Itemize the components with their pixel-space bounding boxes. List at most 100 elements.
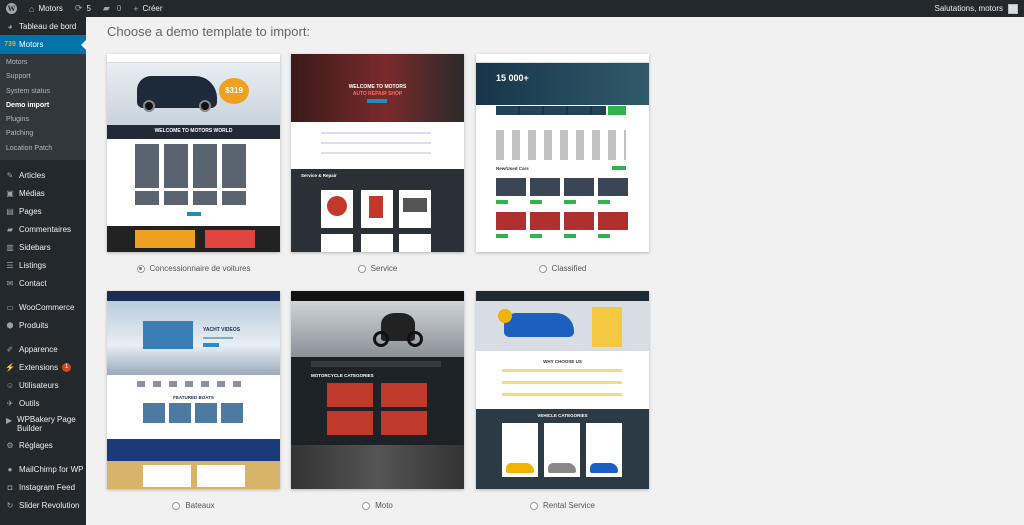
menu-users[interactable]: ☺ Utilisateurs: [0, 376, 86, 394]
menu-appearance-label: Apparence: [19, 344, 58, 354]
template-card-car-dealer[interactable]: $319 WELCOME TO MOTORS WORLD: [107, 54, 280, 252]
radio-boats[interactable]: [172, 501, 181, 510]
menu-woocommerce-label: WooCommerce: [19, 302, 75, 312]
thumb-price: $319: [225, 86, 243, 95]
brush-icon: ✐: [6, 344, 14, 354]
wpbakery-icon: ▶: [5, 415, 13, 425]
sidebars-icon: ▥: [6, 242, 14, 252]
menu-dashboard[interactable]: ◕ Tableau de bord: [0, 17, 86, 35]
template-option-service[interactable]: Service: [291, 264, 464, 273]
template-option-classified[interactable]: Classified: [476, 264, 649, 273]
page-heading: Choose a demo template to import:: [107, 24, 311, 39]
thumb-title-2: WELCOME TO MOTORS: [348, 84, 407, 90]
template-option-boats[interactable]: Bateaux: [107, 501, 280, 510]
menu-appearance[interactable]: ✐ Apparence: [0, 340, 86, 358]
radio-service[interactable]: [357, 264, 366, 273]
updates-menu[interactable]: ⟳ 5: [69, 0, 97, 17]
media-icon: ▣: [6, 188, 14, 198]
menu-instagram[interactable]: ◘ Instagram Feed: [0, 478, 86, 496]
template-label-moto: Moto: [375, 501, 393, 510]
menu-slider-revolution-label: Slider Revolution: [19, 500, 80, 510]
contact-icon: ✉: [6, 278, 14, 288]
template-card-moto[interactable]: MOTORCYCLE CATEGORIES: [291, 291, 464, 489]
comment-icon: ▰: [102, 3, 110, 13]
woo-icon: ▭: [6, 302, 14, 312]
template-label-classified: Classified: [551, 264, 587, 273]
menu-medias[interactable]: ▣ Médias: [0, 184, 86, 202]
submenu-location-patch[interactable]: Location Patch: [0, 142, 86, 156]
plugins-update-badge: 1: [62, 362, 72, 372]
menu-pages-label: Pages: [19, 206, 42, 216]
template-card-service[interactable]: WELCOME TO MOTORS AUTO REPAIR SHOP Servi…: [291, 54, 464, 252]
site-name-menu[interactable]: ⌂ Motors: [23, 0, 69, 17]
template-card-rental[interactable]: WHY CHOOSE US VEHICLE CATEGORIES: [476, 291, 649, 489]
menu-listings[interactable]: ☰ Listings: [0, 256, 86, 274]
instagram-icon: ◘: [7, 482, 13, 492]
menu-settings[interactable]: ⚙ Réglages: [0, 436, 86, 454]
menu-motors[interactable]: 739 Motors: [0, 35, 86, 54]
thumb-section-5: MOTORCYCLE CATEGORIES: [311, 373, 374, 378]
menu-comments-label: Commentaires: [19, 224, 72, 234]
wordpress-icon: W: [6, 3, 17, 14]
comments-menu[interactable]: ▰ 0: [97, 0, 127, 17]
menu-wpbakery[interactable]: ▶ WPBakery Page Builder: [0, 412, 86, 436]
thumb-sub-3: New/Used Cars: [496, 166, 529, 171]
site-name: Motors: [38, 4, 63, 13]
template-option-moto[interactable]: Moto: [291, 501, 464, 510]
menu-plugins[interactable]: ⚡ Extensions 1: [0, 358, 86, 376]
motors-submenu: Motors Support System status Demo import…: [0, 54, 86, 161]
comment-icon: ▰: [6, 224, 14, 234]
submenu-system-status[interactable]: System status: [0, 85, 86, 99]
thumb-title-1: WELCOME TO MOTORS WORLD: [154, 128, 233, 134]
settings-icon: ⚙: [6, 440, 14, 450]
menu-sidebars-label: Sidebars: [19, 242, 51, 252]
thumb-section-6: VEHICLE CATEGORIES: [537, 413, 588, 418]
menu-tools-label: Outils: [19, 398, 40, 408]
menu-mailchimp[interactable]: ● MailChimp for WP: [0, 460, 86, 478]
main-content: Choose a demo template to import: $319 W…: [86, 17, 1024, 525]
template-card-boats[interactable]: YACHT VIDEOS FEATURED BOATS: [107, 291, 280, 489]
menu-woocommerce[interactable]: ▭ WooCommerce: [0, 298, 86, 316]
thumb-section-2: Service & Repair: [301, 173, 337, 178]
my-account-menu[interactable]: Salutations, motors: [929, 0, 1024, 17]
new-content-menu[interactable]: + Créer: [127, 0, 168, 17]
radio-car-dealer[interactable]: [136, 264, 145, 273]
menu-articles[interactable]: ✎ Articles: [0, 166, 86, 184]
pin-icon: ✎: [6, 170, 14, 180]
radio-classified[interactable]: [538, 264, 547, 273]
menu-pages[interactable]: ▤ Pages: [0, 202, 86, 220]
menu-slider-revolution[interactable]: ↻ Slider Revolution: [0, 496, 86, 514]
menu-products-label: Produits: [19, 320, 49, 330]
greeting: Salutations, motors: [934, 4, 1003, 13]
mailchimp-icon: ●: [7, 464, 13, 474]
comments-count: 0: [116, 4, 122, 13]
submenu-plugins[interactable]: Plugins: [0, 113, 86, 127]
template-option-car-dealer[interactable]: Concessionnaire de voitures: [107, 264, 280, 273]
menu-users-label: Utilisateurs: [19, 380, 59, 390]
new-label: Créer: [142, 4, 163, 13]
menu-tools[interactable]: ✈ Outils: [0, 394, 86, 412]
submenu-patching[interactable]: Patching: [0, 127, 86, 141]
updates-count: 5: [86, 4, 91, 13]
menu-contact-label: Contact: [19, 278, 47, 288]
submenu-motors[interactable]: Motors: [0, 56, 86, 70]
menu-dashboard-label: Tableau de bord: [19, 21, 77, 31]
template-option-rental[interactable]: Rental Service: [476, 501, 649, 510]
users-icon: ☺: [5, 380, 15, 390]
radio-moto[interactable]: [362, 501, 371, 510]
submenu-support[interactable]: Support: [0, 70, 86, 84]
home-icon: ⌂: [29, 3, 35, 14]
menu-contact[interactable]: ✉ Contact: [0, 274, 86, 292]
menu-products[interactable]: ⬢ Produits: [0, 316, 86, 334]
submenu-demo-import[interactable]: Demo import: [0, 99, 86, 113]
menu-sidebars[interactable]: ▥ Sidebars: [0, 238, 86, 256]
menu-wpbakery-label: WPBakery Page Builder: [17, 415, 76, 434]
radio-rental[interactable]: [529, 501, 538, 510]
listings-icon: ☰: [6, 260, 14, 270]
motors-icon: 739: [4, 41, 16, 48]
thumb-title-4: YACHT VIDEOS: [203, 327, 241, 333]
template-card-classified[interactable]: 15 000+ New/Used Cars: [476, 54, 649, 252]
menu-comments[interactable]: ▰ Commentaires: [0, 220, 86, 238]
menu-listings-label: Listings: [19, 260, 47, 270]
wp-logo-menu[interactable]: W: [0, 0, 23, 17]
